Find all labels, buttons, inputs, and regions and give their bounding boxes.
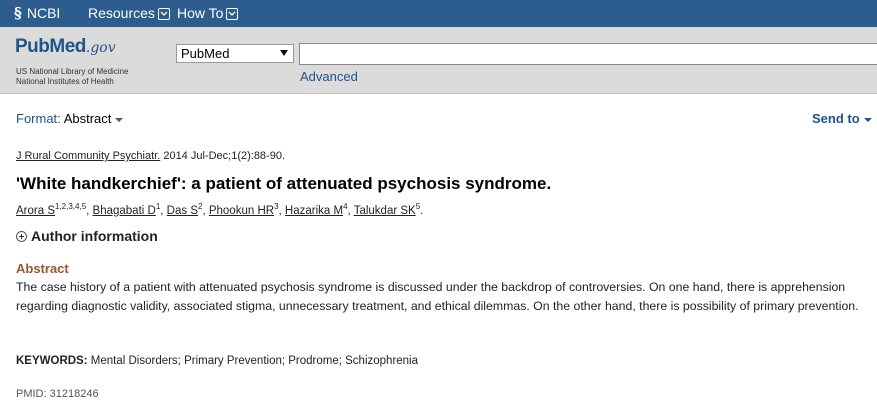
search-band: PubMed.gov US National Library of Medici… (0, 27, 877, 94)
abstract-text: The case history of a patient with atten… (16, 280, 859, 313)
logo-pub: Pub (15, 36, 50, 57)
expand-plus-icon (16, 230, 27, 242)
author-link[interactable]: Arora S (16, 205, 55, 217)
journal-link[interactable]: J Rural Community Psychiatr. (16, 150, 160, 162)
send-to-label: Send to (812, 111, 860, 126)
author-affiliation[interactable]: 3 (274, 202, 278, 211)
author-affiliation[interactable]: 1,2,3,4,5 (55, 202, 86, 211)
citation-details: 2014 Jul-Dec;1(2):88-90. (163, 150, 286, 162)
keywords-label: KEYWORDS: (16, 355, 88, 367)
pmid-line: PMID: 31218246 (16, 388, 99, 400)
citation-line: J Rural Community Psychiatr. 2014 Jul-De… (16, 150, 285, 162)
author-affiliation[interactable]: 2 (198, 202, 202, 211)
author-information-toggle[interactable]: Author information (16, 228, 158, 244)
pubmed-logo[interactable]: PubMed.gov (15, 36, 116, 58)
resources-menu[interactable]: Resources (88, 5, 170, 21)
pmid-value: 31218246 (49, 388, 99, 400)
ncbi-logo-text: NCBI (26, 5, 61, 21)
subtitle-line2: National Institutes of Health (16, 77, 114, 86)
author-link[interactable]: Talukdar SK (354, 205, 416, 217)
author-affiliation[interactable]: 5 (416, 202, 420, 211)
keywords-line: KEYWORDS: Mental Disorders; Primary Prev… (16, 355, 418, 367)
advanced-search-link[interactable]: Advanced (300, 69, 358, 84)
author-list: Arora S1,2,3,4,5, Bhagabati D1, Das S2, … (16, 202, 424, 217)
article-title: 'White handkerchief': a patient of atten… (16, 174, 552, 193)
subtitle-line1: US National Library of Medicine (16, 67, 129, 76)
chevron-down-icon (157, 8, 170, 20)
dropdown-arrow-icon (280, 50, 288, 56)
resources-label: Resources (88, 5, 155, 21)
howto-menu[interactable]: How To (177, 5, 239, 21)
database-selected-value: PubMed (181, 46, 230, 61)
logo-gov: .gov (85, 40, 116, 56)
search-input[interactable] (299, 43, 877, 65)
author-link[interactable]: Phookun HR (209, 205, 274, 217)
format-label: Format (16, 111, 58, 126)
database-select[interactable]: PubMed (176, 44, 294, 63)
caret-down-icon (115, 117, 124, 122)
author-information-label: Author information (31, 228, 158, 244)
howto-label: How To (177, 5, 224, 21)
caret-down-icon (863, 117, 872, 122)
ncbi-helix-icon: § (14, 4, 22, 22)
author-link[interactable]: Hazarika M (285, 205, 343, 217)
author-link[interactable]: Bhagabati D (93, 205, 156, 217)
pubmed-subtitle: US National Library of Medicine National… (16, 67, 129, 87)
format-selector[interactable]: Format: Abstract (16, 111, 124, 126)
ncbi-top-bar: § NCBI Resources How To (0, 0, 877, 27)
keywords-value: Mental Disorders; Primary Prevention; Pr… (90, 355, 419, 367)
author-affiliation[interactable]: 4 (343, 202, 347, 211)
abstract-heading: Abstract (16, 261, 69, 276)
logo-med: Med (49, 36, 86, 57)
author-affiliation[interactable]: 1 (156, 202, 160, 211)
chevron-down-icon (226, 8, 239, 20)
author-link[interactable]: Das S (167, 205, 198, 217)
send-to-button[interactable]: Send to (812, 111, 872, 126)
pmid-label: PMID: (16, 388, 47, 400)
ncbi-logo[interactable]: § NCBI (14, 4, 60, 22)
format-value: Abstract (63, 111, 112, 126)
